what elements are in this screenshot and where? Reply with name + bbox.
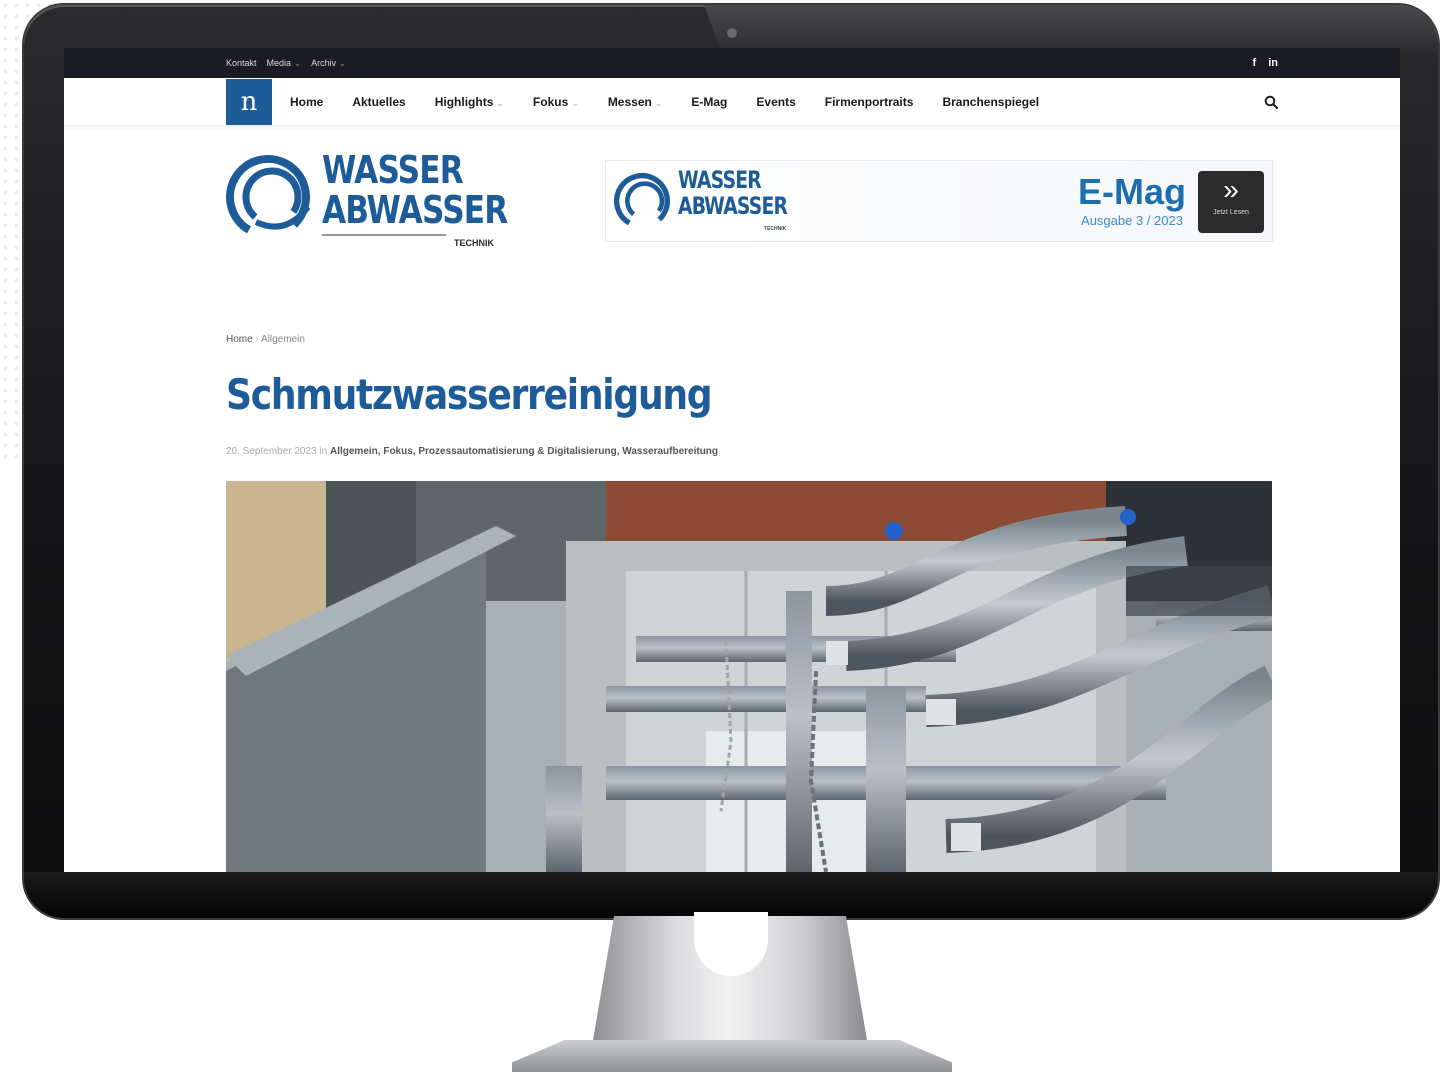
brand-wordmark: WASSER ABWASSER <box>322 148 508 232</box>
nav-item-fokus[interactable]: Fokus ⌄ <box>533 95 579 109</box>
bezel-glare <box>704 5 1438 53</box>
double-chevron-right-icon: » <box>1223 174 1239 205</box>
search-icon[interactable] <box>1264 95 1278 109</box>
chevron-down-icon: ⌄ <box>654 97 663 108</box>
brand-swirl-icon <box>226 155 311 239</box>
monitor-mockup: Kontakt Media ⌄ Archiv ⌄ f in n Home Akt… <box>0 0 1449 1072</box>
website-screen: Kontakt Media ⌄ Archiv ⌄ f in n Home Akt… <box>64 48 1400 872</box>
nav-item-highlights[interactable]: Highlights ⌄ <box>435 95 504 109</box>
article-title: Schmutzwasserreinigung <box>226 370 713 419</box>
facebook-icon[interactable]: f <box>1253 57 1257 69</box>
topbar-link-media[interactable]: Media ⌄ <box>267 58 302 69</box>
pipework-photo <box>226 481 1272 872</box>
linkedin-icon[interactable]: in <box>1268 57 1278 69</box>
nav-item-messen[interactable]: Messen ⌄ <box>608 95 663 109</box>
chevron-down-icon: ⌄ <box>496 97 504 108</box>
header-hero: WASSER ABWASSER TECHNIK WASSER ABWASSER … <box>64 126 1400 276</box>
nav-item-aktuelles[interactable]: Aktuelles <box>352 95 405 109</box>
topbar-link-archiv[interactable]: Archiv ⌄ <box>311 58 346 69</box>
article-meta: 20. September 2023 in Allgemein, Fokus, … <box>226 446 719 457</box>
nav-item-branchenspiegel[interactable]: Branchenspiegel <box>942 95 1039 109</box>
nav-item-firmenportraits[interactable]: Firmenportraits <box>825 95 914 109</box>
brand-divider <box>322 234 446 236</box>
banner-technik: TECHNIK <box>764 226 787 232</box>
emag-issue: Ausgabe 3 / 2023 <box>1081 213 1183 228</box>
emag-banner-ad[interactable]: WASSER ABWASSER TECHNIK E-Mag Ausgabe 3 … <box>605 160 1273 242</box>
brand-technik: TECHNIK <box>454 238 494 248</box>
brand-logo[interactable]: WASSER ABWASSER TECHNIK <box>226 148 508 258</box>
top-bar: Kontakt Media ⌄ Archiv ⌄ f in <box>64 48 1400 78</box>
nav-item-emag[interactable]: E-Mag <box>691 95 727 109</box>
camera-icon <box>727 28 737 38</box>
breadcrumb-current[interactable]: Allgemein <box>261 334 305 345</box>
banner-wordmark: WASSER ABWASSER <box>678 166 788 220</box>
article-featured-image <box>226 481 1272 872</box>
emag-heading: E-Mag Ausgabe 3 / 2023 <box>1078 171 1186 229</box>
nav-item-events[interactable]: Events <box>756 95 795 109</box>
emag-title: E-Mag <box>1078 171 1186 212</box>
monitor-stand-base <box>512 1040 952 1072</box>
topbar-link-kontakt[interactable]: Kontakt <box>226 58 257 69</box>
read-now-button[interactable]: » Jetzt Lesen <box>1198 171 1264 233</box>
breadcrumb: Home › Allgemein <box>226 334 305 345</box>
breadcrumb-home[interactable]: Home <box>226 334 253 345</box>
banner-swirl-icon <box>614 173 670 229</box>
nav-item-home[interactable]: Home <box>290 95 323 109</box>
article-date: 20. September 2023 <box>226 446 317 457</box>
chevron-down-icon: ⌄ <box>571 97 579 108</box>
article-categories[interactable]: Allgemein, Fokus, Prozessautomatisierung… <box>330 446 718 457</box>
main-navigation: n Home Aktuelles Highlights ⌄ Fokus ⌄ Mess… <box>64 78 1400 126</box>
site-logo-icon[interactable]: n <box>226 78 272 125</box>
